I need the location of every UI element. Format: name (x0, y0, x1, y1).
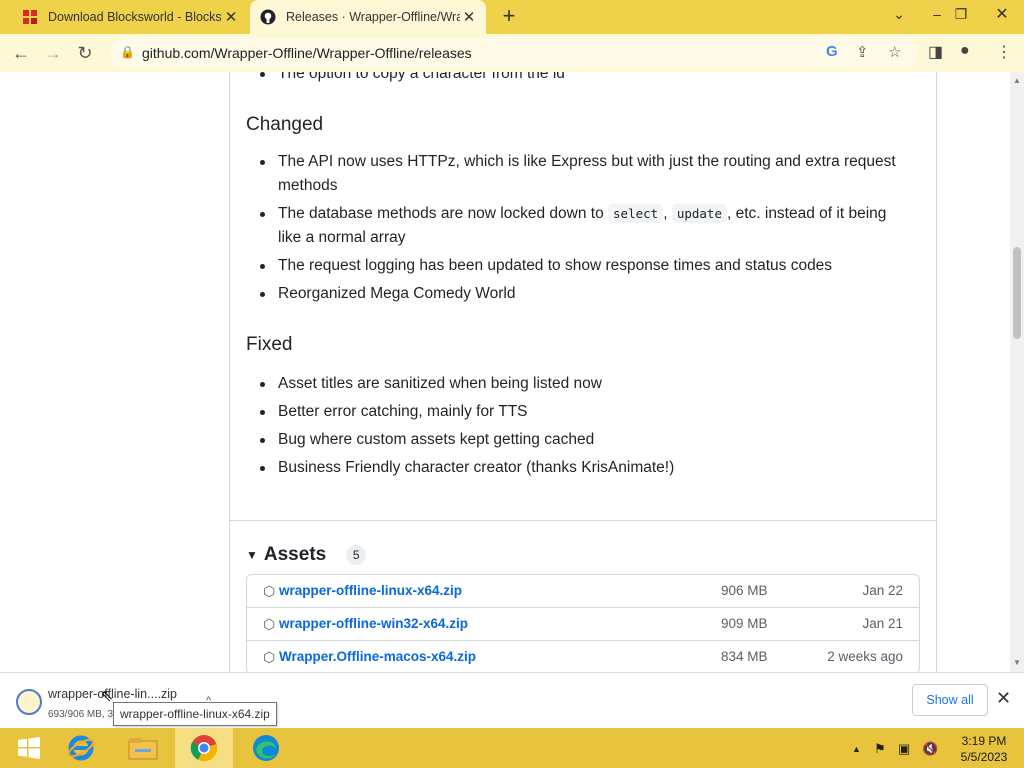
fixed-list: Asset titles are sanitized when being li… (246, 372, 906, 484)
scrollbar-thumb[interactable] (1013, 247, 1021, 339)
page-scrollbar[interactable]: ▲ ▼ (1010, 72, 1024, 672)
list-item: Asset titles are sanitized when being li… (246, 372, 906, 396)
item-text: The database methods are now locked down… (278, 205, 604, 222)
clock-time: 3:19 PM (961, 734, 1007, 748)
tab-search-chevron-icon[interactable]: ⌄ (888, 0, 910, 28)
close-download-bar-icon[interactable]: ✕ (996, 688, 1011, 709)
tab-close-icon[interactable]: ✕ (222, 8, 240, 26)
network-icon[interactable]: ▣ (898, 741, 910, 757)
package-icon: ⬡ (263, 616, 276, 632)
scroll-up-arrow-icon[interactable]: ▲ (1013, 76, 1021, 85)
asset-size: 834 MB (721, 649, 768, 664)
tab-title: Releases · Wrapper-Offline/Wrap (286, 10, 460, 24)
chrome-icon[interactable] (175, 728, 233, 768)
fixed-heading: Fixed (246, 334, 293, 355)
asset-link[interactable]: wrapper-offline-linux-x64.zip (279, 583, 462, 598)
asset-date: 2 weeks ago (827, 649, 903, 664)
windows-taskbar (0, 728, 1024, 768)
tab-releases[interactable]: Releases · Wrapper-Offline/Wrap ✕ (250, 0, 486, 34)
google-lens-icon[interactable]: G (826, 43, 838, 60)
tab-title: Download Blocksworld - Blocksw (48, 10, 222, 24)
changed-heading: Changed (246, 114, 324, 135)
side-panel-icon[interactable]: ◨ (928, 42, 943, 62)
forward-arrow-icon[interactable]: → (40, 40, 66, 66)
list-item: Better error catching, mainly for TTS (246, 400, 906, 424)
divider (230, 520, 936, 521)
tray-chevron-up-icon[interactable]: ▲ (852, 744, 861, 754)
show-all-button[interactable]: Show all (912, 684, 988, 716)
clock-date: 5/5/2023 (960, 750, 1008, 764)
volume-muted-icon[interactable]: 🔇 (922, 741, 938, 757)
back-arrow-icon[interactable]: ← (8, 40, 34, 66)
share-icon[interactable]: ⇪ (856, 43, 869, 61)
package-icon: ⬡ (263, 649, 276, 665)
reload-icon[interactable]: ↻ (72, 40, 98, 66)
changed-list: The API now uses HTTPz, which is like Ex… (246, 150, 906, 310)
new-tab-plus-icon[interactable]: + (498, 5, 520, 28)
download-progress: 693/906 MB, 3 (48, 709, 114, 720)
minimize-icon[interactable]: – (926, 0, 948, 28)
assets-count-badge: 5 (346, 545, 367, 565)
item-text: , (663, 205, 668, 222)
assets-heading: Assets (263, 544, 327, 565)
download-tooltip: wrapper-offline-linux-x64.zip (113, 702, 277, 726)
list-item: The API now uses HTTPz, which is like Ex… (246, 150, 906, 198)
system-clock[interactable]: 3:19 PM 5/5/2023 (952, 733, 1016, 765)
mouse-cursor-icon: ⇖ (100, 688, 114, 705)
action-center-flag-icon[interactable]: ⚑ (874, 741, 886, 757)
asset-link[interactable]: Wrapper.Offline-macos-x64.zip (279, 649, 476, 664)
zip-file-icon (16, 689, 42, 715)
bookmark-star-icon[interactable]: ☆ (888, 43, 901, 61)
menu-kebab-icon[interactable]: ⋮ (996, 42, 1012, 62)
assets-table: ⬡ wrapper-offline-linux-x64.zip 906 MB J… (246, 574, 920, 672)
tab-blocksworld[interactable]: Download Blocksworld - Blocksw ✕ (12, 0, 248, 34)
table-row: ⬡ Wrapper.Offline-macos-x64.zip 834 MB 2… (247, 641, 919, 672)
github-icon (260, 9, 276, 25)
profile-avatar-icon[interactable]: ● (960, 42, 970, 60)
inline-code: select (608, 204, 664, 223)
caret-down-icon: ▼ (246, 548, 258, 562)
asset-link[interactable]: wrapper-offline-win32-x64.zip (279, 616, 468, 631)
table-row: ⬡ wrapper-offline-win32-x64.zip 909 MB J… (247, 608, 919, 641)
edge-icon[interactable] (237, 728, 295, 768)
address-bar[interactable]: 🔒 github.com/Wrapper-Offline/Wrapper-Off… (110, 38, 918, 68)
lock-icon: 🔒 (120, 45, 135, 59)
added-list: The option to copy a character from the … (246, 72, 906, 90)
page-viewport: The option to copy a character from the … (0, 72, 1010, 672)
blocksworld-favicon-icon (22, 9, 38, 25)
list-item: The option to copy a character from the … (246, 72, 906, 86)
list-item: Reorganized Mega Comedy World (246, 282, 906, 306)
list-item: The database methods are now locked down… (246, 202, 906, 250)
windows-start-icon[interactable] (0, 728, 58, 768)
list-item: The request logging has been updated to … (246, 254, 906, 278)
assets-toggle[interactable]: ▼ Assets 5 (246, 544, 367, 566)
tab-strip: Download Blocksworld - Blocksw ✕ Release… (0, 0, 1024, 34)
restore-icon[interactable]: ❐ (950, 0, 972, 28)
internet-explorer-icon[interactable] (52, 728, 110, 768)
table-row: ⬡ wrapper-offline-linux-x64.zip 906 MB J… (247, 575, 919, 608)
list-item: Bug where custom assets kept getting cac… (246, 428, 906, 452)
asset-size: 909 MB (721, 616, 768, 631)
window-close-icon[interactable]: ✕ (980, 0, 1024, 28)
package-icon: ⬡ (263, 583, 276, 599)
url-text: github.com/Wrapper-Offline/Wrapper-Offli… (142, 45, 472, 61)
tab-close-icon[interactable]: ✕ (460, 8, 478, 26)
asset-date: Jan 21 (862, 616, 903, 631)
release-card: The option to copy a character from the … (229, 72, 937, 672)
inline-code: update (671, 204, 727, 223)
file-explorer-icon[interactable] (114, 728, 172, 768)
asset-size: 906 MB (721, 583, 768, 598)
scroll-down-arrow-icon[interactable]: ▼ (1013, 658, 1021, 667)
list-item: Business Friendly character creator (tha… (246, 456, 906, 480)
browser-toolbar: ← → ↻ 🔒 github.com/Wrapper-Offline/Wrapp… (0, 34, 1024, 73)
asset-date: Jan 22 (862, 583, 903, 598)
